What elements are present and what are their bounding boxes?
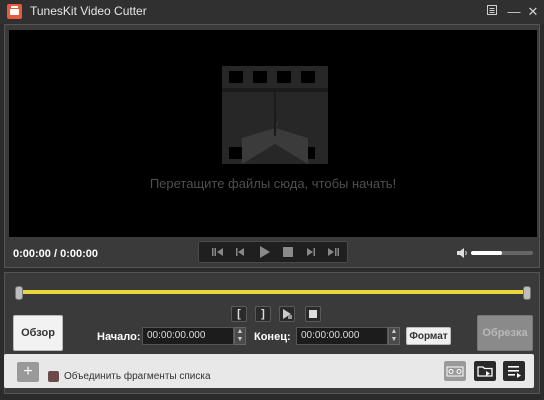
browse-button[interactable]: Обзор [13, 315, 63, 351]
video-frame: Перетащите файлы сюда, чтобы начать! 0:0… [4, 24, 540, 268]
mark-out-button[interactable]: ] [255, 306, 271, 322]
stop-icon [309, 310, 317, 318]
bottom-bar: + Объединить фрагменты списка [4, 354, 534, 388]
volume-level [471, 251, 502, 255]
close-button[interactable]: ✕ [524, 3, 542, 21]
volume-slider[interactable] [471, 251, 533, 255]
timeline-end-handle[interactable] [523, 286, 531, 300]
start-time-input[interactable]: 00:00:00.000 [142, 327, 234, 345]
start-time-spinner[interactable]: ▲ ▼ [234, 327, 246, 345]
format-button[interactable]: Формат [406, 327, 451, 345]
task-list-icon[interactable] [503, 361, 525, 381]
play-icon[interactable] [256, 245, 272, 259]
video-drop-area[interactable]: Перетащите файлы сюда, чтобы начать! [9, 30, 537, 237]
stop-segment-button[interactable] [305, 306, 321, 322]
add-segment-button[interactable]: + [17, 362, 39, 382]
merge-label: Объединить фрагменты списка [64, 371, 211, 382]
film-strip-icon [222, 66, 328, 164]
play-segment-icon [283, 309, 292, 319]
mark-in-button[interactable]: [ [231, 306, 247, 322]
menu-icon[interactable] [483, 3, 501, 21]
minimize-button[interactable]: — [505, 3, 523, 21]
cut-button[interactable]: Обрезка [477, 315, 533, 351]
app-logo-icon [7, 4, 22, 19]
volume-icon[interactable] [457, 248, 469, 258]
skip-back-icon[interactable] [209, 245, 225, 259]
end-label: Конец: [254, 331, 291, 343]
playback-controls [198, 241, 348, 263]
stop-icon[interactable] [280, 245, 296, 259]
app-title: TunesKit Video Cutter [30, 4, 147, 18]
drop-hint-text: Перетащите файлы сюда, чтобы начать! [149, 176, 397, 191]
play-segment-button[interactable] [279, 306, 295, 322]
end-time-spinner[interactable]: ▲ ▼ [388, 327, 400, 345]
title-bar: TunesKit Video Cutter — ✕ [0, 0, 544, 24]
next-frame-icon[interactable] [303, 245, 319, 259]
skip-forward-icon[interactable] [326, 245, 342, 259]
prev-frame-icon[interactable] [232, 245, 248, 259]
output-folder-icon[interactable] [474, 361, 496, 381]
end-time-input[interactable]: 00:00:00.000 [296, 327, 388, 345]
subtitle-icon[interactable] [444, 361, 466, 381]
timeline-track [19, 290, 525, 294]
time-display: 0:00:00 / 0:00:00 [13, 248, 98, 260]
timeline[interactable] [15, 286, 531, 300]
merge-checkbox[interactable] [48, 371, 59, 382]
timeline-start-handle[interactable] [15, 286, 23, 300]
start-label: Начало: [97, 331, 141, 343]
